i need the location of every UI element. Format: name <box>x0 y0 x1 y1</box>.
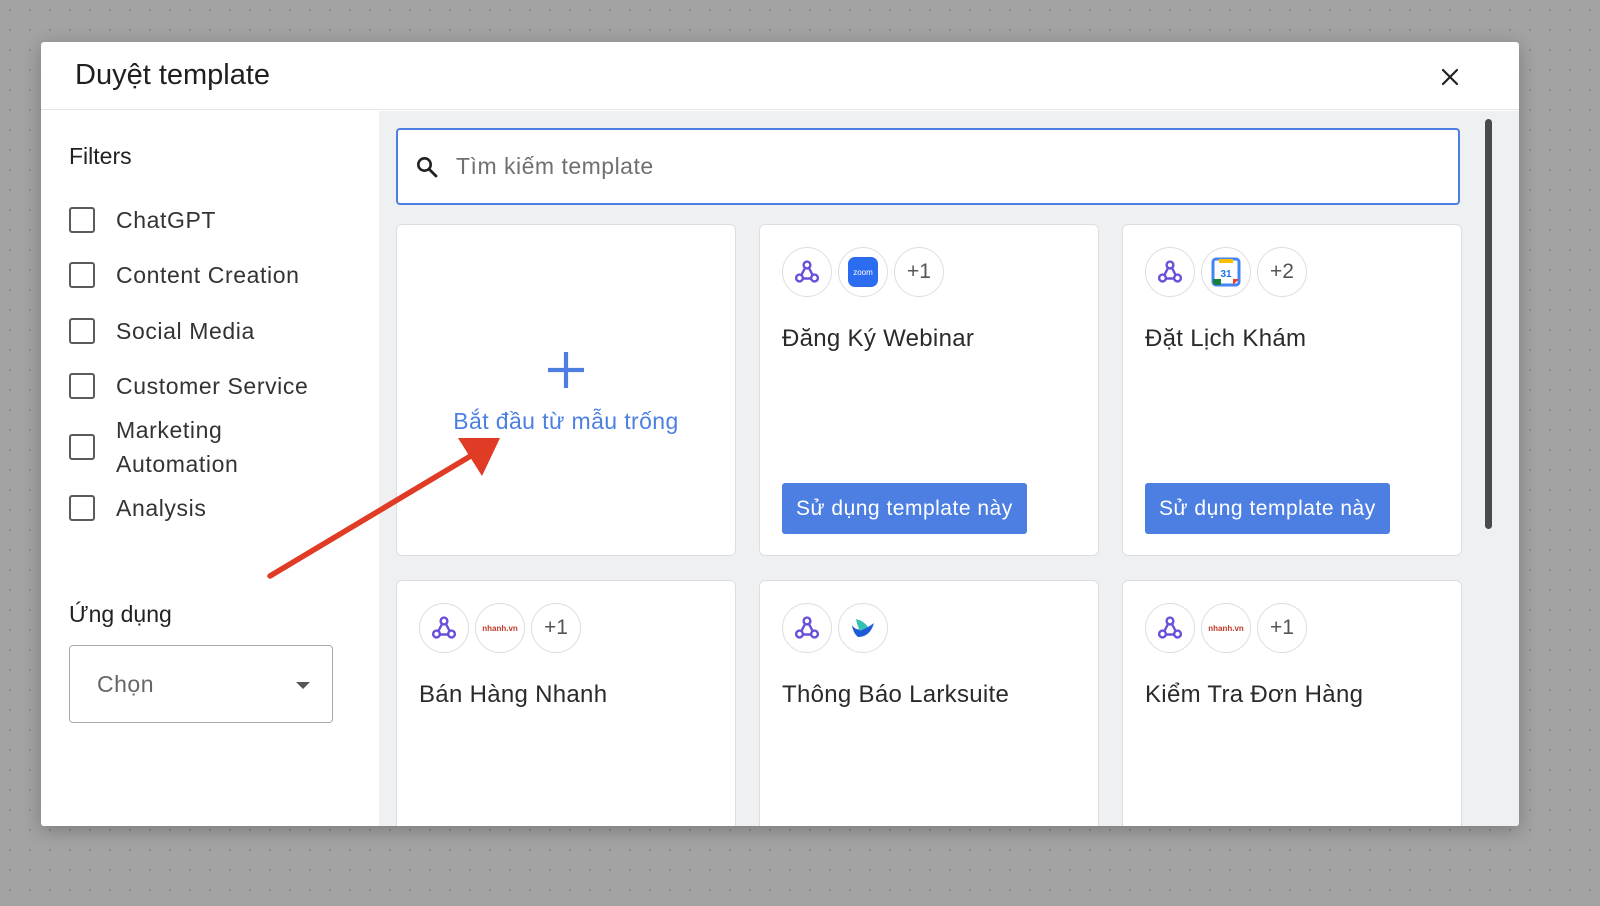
modal-header: Duyệt template <box>41 42 1519 110</box>
webhook-icon <box>419 603 469 653</box>
app-icons: zoom +1 <box>782 247 950 297</box>
template-card[interactable]: 31 +2 Đặt Lịch Khám Sử dụng template này <box>1122 224 1462 556</box>
webhook-icon <box>1145 603 1195 653</box>
use-template-button[interactable]: Sử dụng template này <box>1145 483 1390 534</box>
filter-label: Content Creation <box>116 262 300 288</box>
checkbox[interactable] <box>69 495 95 521</box>
close-icon <box>1441 68 1459 86</box>
checkbox[interactable] <box>69 434 95 460</box>
checkbox[interactable] <box>69 207 95 233</box>
template-card[interactable]: zoom +1 Đăng Ký Webinar Sử dụng template… <box>759 224 1099 556</box>
svg-text:31: 31 <box>1220 269 1232 280</box>
plus-icon <box>546 346 586 396</box>
filter-content-creation[interactable]: Content Creation <box>69 258 299 292</box>
close-button[interactable] <box>1435 62 1465 92</box>
checkbox[interactable] <box>69 262 95 288</box>
webhook-icon <box>782 603 832 653</box>
filter-customer-service[interactable]: Customer Service <box>69 369 308 403</box>
modal-title: Duyệt template <box>75 59 271 91</box>
apps-select[interactable]: Chọn <box>69 645 333 723</box>
filter-chatgpt[interactable]: ChatGPT <box>69 203 216 237</box>
filter-label: ChatGPT <box>116 207 217 233</box>
nhanh-icon: nhanh.vn <box>475 603 525 653</box>
apps-filter-title: Ứng dụng <box>69 601 172 627</box>
more-apps-badge: +2 <box>1257 247 1307 297</box>
app-icons <box>782 603 894 653</box>
zoom-icon: zoom <box>838 247 888 297</box>
filter-analysis[interactable]: Analysis <box>69 491 206 525</box>
webhook-icon <box>782 247 832 297</box>
templates-panel: Bắt đầu từ mẫu trống zoom +1 Đăng Ký Web… <box>379 111 1519 826</box>
webhook-icon <box>1145 247 1195 297</box>
template-card[interactable]: nhanh.vn +1 Bán Hàng Nhanh <box>396 580 736 826</box>
app-icons: nhanh.vn +1 <box>419 603 587 653</box>
template-title: Thông Báo Larksuite <box>782 681 1010 708</box>
template-title: Đặt Lịch Khám <box>1145 325 1307 352</box>
filter-label: Marketing Automation <box>116 417 239 477</box>
larksuite-icon <box>838 603 888 653</box>
caret-down-icon <box>296 682 310 689</box>
browse-template-modal: Duyệt template Filters ChatGPT Content C… <box>41 42 1519 826</box>
blank-template-label: Bắt đầu từ mẫu trống <box>453 407 679 434</box>
more-apps-badge: +1 <box>1257 603 1307 653</box>
use-template-button[interactable]: Sử dụng template này <box>782 483 1027 534</box>
app-icons: nhanh.vn +1 <box>1145 603 1313 653</box>
search-box[interactable] <box>396 128 1460 205</box>
filter-social-media[interactable]: Social Media <box>69 314 255 348</box>
filter-marketing-automation[interactable]: Marketing Automation <box>69 413 266 481</box>
filter-label: Customer Service <box>116 373 309 399</box>
template-title: Kiểm Tra Đơn Hàng <box>1145 681 1364 708</box>
template-title: Bán Hàng Nhanh <box>419 681 608 708</box>
checkbox[interactable] <box>69 373 95 399</box>
checkbox[interactable] <box>69 318 95 344</box>
app-icons: 31 +2 <box>1145 247 1313 297</box>
template-title: Đăng Ký Webinar <box>782 325 975 352</box>
search-input[interactable] <box>456 153 1416 180</box>
google-calendar-icon: 31 <box>1201 247 1251 297</box>
search-icon <box>414 154 440 180</box>
filter-label: Social Media <box>116 318 255 344</box>
filters-sidebar: Filters ChatGPT Content Creation Social … <box>41 111 378 826</box>
more-apps-badge: +1 <box>531 603 581 653</box>
filter-label: Analysis <box>116 495 207 521</box>
nhanh-icon: nhanh.vn <box>1201 603 1251 653</box>
more-apps-badge: +1 <box>894 247 944 297</box>
blank-template-card[interactable]: Bắt đầu từ mẫu trống <box>396 224 736 556</box>
filters-title: Filters <box>69 143 132 169</box>
select-value: Chọn <box>97 670 154 697</box>
template-card[interactable]: nhanh.vn +1 Kiểm Tra Đơn Hàng <box>1122 580 1462 826</box>
scrollbar[interactable] <box>1485 119 1492 529</box>
template-card[interactable]: Thông Báo Larksuite <box>759 580 1099 826</box>
